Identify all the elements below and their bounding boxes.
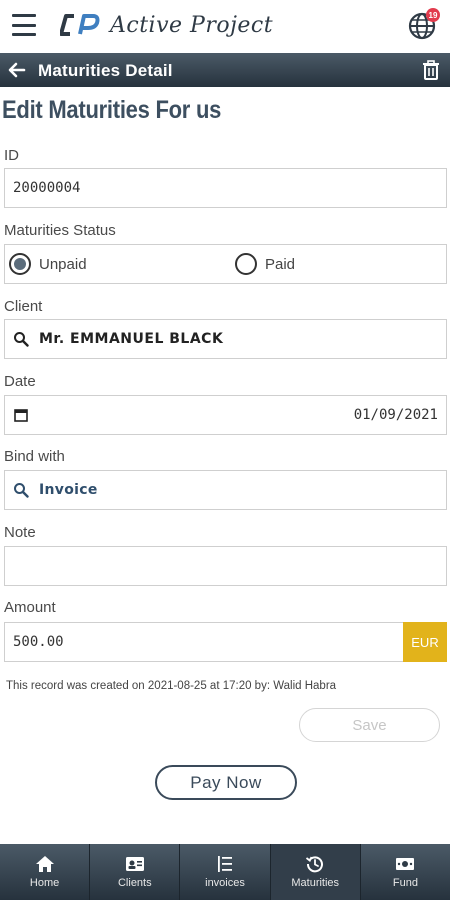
radio-paid-label: Paid: [265, 255, 296, 273]
save-button[interactable]: Save: [299, 708, 440, 742]
status-label: Maturities Status: [4, 222, 116, 239]
status-radio-group: Unpaid Paid: [4, 244, 447, 284]
amount-label: Amount: [4, 599, 56, 616]
banknote-icon: [396, 858, 415, 870]
id-card-icon: [125, 857, 144, 871]
radio-paid[interactable]: Paid: [235, 253, 295, 275]
app-logo: Active Project: [60, 10, 273, 40]
radio-checked-icon: [9, 253, 31, 275]
id-field[interactable]: 20000004: [4, 168, 447, 208]
history-icon: [306, 856, 324, 873]
pay-now-button[interactable]: Pay Now: [155, 765, 297, 800]
date-value: 01/09/2021: [353, 407, 438, 423]
notification-badge: 19: [426, 8, 440, 22]
menu-icon[interactable]: [12, 14, 36, 36]
bottom-nav: Home Clients invoices Maturities Fund: [0, 844, 450, 900]
list-icon: [218, 856, 232, 872]
bind-field[interactable]: Invoice: [4, 470, 447, 510]
nav-home-label: Home: [29, 877, 60, 889]
logo-mark-icon: [60, 14, 100, 36]
nav-fund[interactable]: Fund: [361, 844, 450, 900]
client-label: Client: [4, 298, 43, 315]
app-bar: Active Project 19: [0, 0, 450, 52]
client-value: Mr. EMMANUEL BLACK: [39, 331, 224, 347]
calendar-icon: [14, 409, 28, 422]
id-value: 20000004: [13, 180, 81, 196]
note-field[interactable]: [4, 546, 447, 586]
nav-invoices-label: invoices: [205, 877, 245, 889]
id-label: ID: [4, 147, 19, 164]
bind-value: Invoice: [39, 482, 98, 498]
amount-value: 500.00: [13, 634, 64, 650]
radio-unchecked-icon: [235, 253, 257, 275]
page-title: Edit Maturities For us: [2, 96, 222, 124]
detail-title: Maturities Detail: [38, 61, 173, 80]
nav-home[interactable]: Home: [0, 844, 91, 900]
note-label: Note: [4, 524, 36, 541]
trash-icon[interactable]: [422, 60, 440, 80]
nav-fund-label: Fund: [392, 877, 418, 889]
amount-field[interactable]: 500.00: [4, 622, 404, 662]
search-icon: [14, 483, 29, 498]
radio-unpaid-label: Unpaid: [39, 255, 87, 273]
client-field[interactable]: Mr. EMMANUEL BLACK: [4, 319, 447, 359]
currency-button[interactable]: EUR: [403, 622, 447, 662]
nav-maturities[interactable]: Maturities: [270, 844, 361, 900]
record-meta: This record was created on 2021-08-25 at…: [6, 680, 337, 692]
date-field[interactable]: 01/09/2021: [4, 395, 447, 435]
date-label: Date: [4, 373, 36, 390]
nav-maturities-label: Maturities: [291, 877, 340, 889]
language-button[interactable]: 19: [408, 8, 440, 40]
nav-invoices[interactable]: invoices: [180, 844, 271, 900]
radio-unpaid[interactable]: Unpaid: [9, 253, 87, 275]
nav-clients[interactable]: Clients: [90, 844, 181, 900]
detail-header: Maturities Detail: [0, 53, 450, 87]
home-icon: [35, 856, 54, 872]
search-icon: [14, 332, 29, 347]
bind-label: Bind with: [4, 448, 65, 465]
back-arrow-icon[interactable]: [8, 61, 26, 79]
nav-clients-label: Clients: [117, 877, 152, 889]
app-name: Active Project: [110, 12, 274, 38]
